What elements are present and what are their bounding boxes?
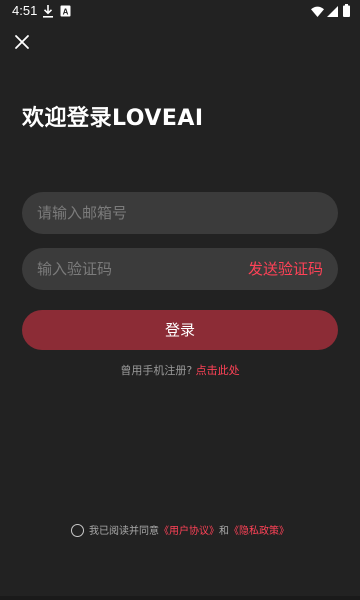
- close-button[interactable]: [10, 30, 34, 54]
- agreement-and: 和: [219, 526, 229, 537]
- send-code-button[interactable]: 发送验证码: [248, 248, 323, 290]
- privacy-policy-link[interactable]: 《隐私政策》: [229, 526, 289, 537]
- sim-icon: A: [60, 5, 71, 17]
- page-title: 欢迎登录LOVEAI: [22, 106, 204, 131]
- bottom-edge: [0, 596, 360, 600]
- agreement-radio[interactable]: [71, 524, 84, 537]
- svg-text:A: A: [63, 8, 69, 17]
- agreement-line: 我已阅读并同意《用户协议》和《隐私政策》: [0, 522, 360, 537]
- status-bar: 4:51 A: [0, 0, 360, 24]
- download-icon: [42, 5, 54, 18]
- email-field: [22, 192, 338, 234]
- phone-register-link[interactable]: 点击此处: [196, 364, 240, 377]
- status-time: 4:51: [12, 3, 38, 18]
- code-field: 发送验证码: [22, 248, 338, 290]
- signal-icon: [327, 6, 338, 17]
- email-input[interactable]: [37, 192, 237, 234]
- battery-icon: [343, 4, 350, 17]
- verification-code-input[interactable]: [37, 248, 237, 290]
- agreement-prefix: 我已阅读并同意: [89, 526, 159, 537]
- user-agreement-link[interactable]: 《用户协议》: [159, 526, 219, 537]
- wifi-icon: [311, 6, 324, 17]
- phone-register-prompt: 曾用手机注册?: [120, 364, 193, 377]
- close-icon: [10, 30, 34, 54]
- login-button[interactable]: 登录: [22, 310, 338, 350]
- phone-register-line: 曾用手机注册? 点击此处: [0, 362, 360, 378]
